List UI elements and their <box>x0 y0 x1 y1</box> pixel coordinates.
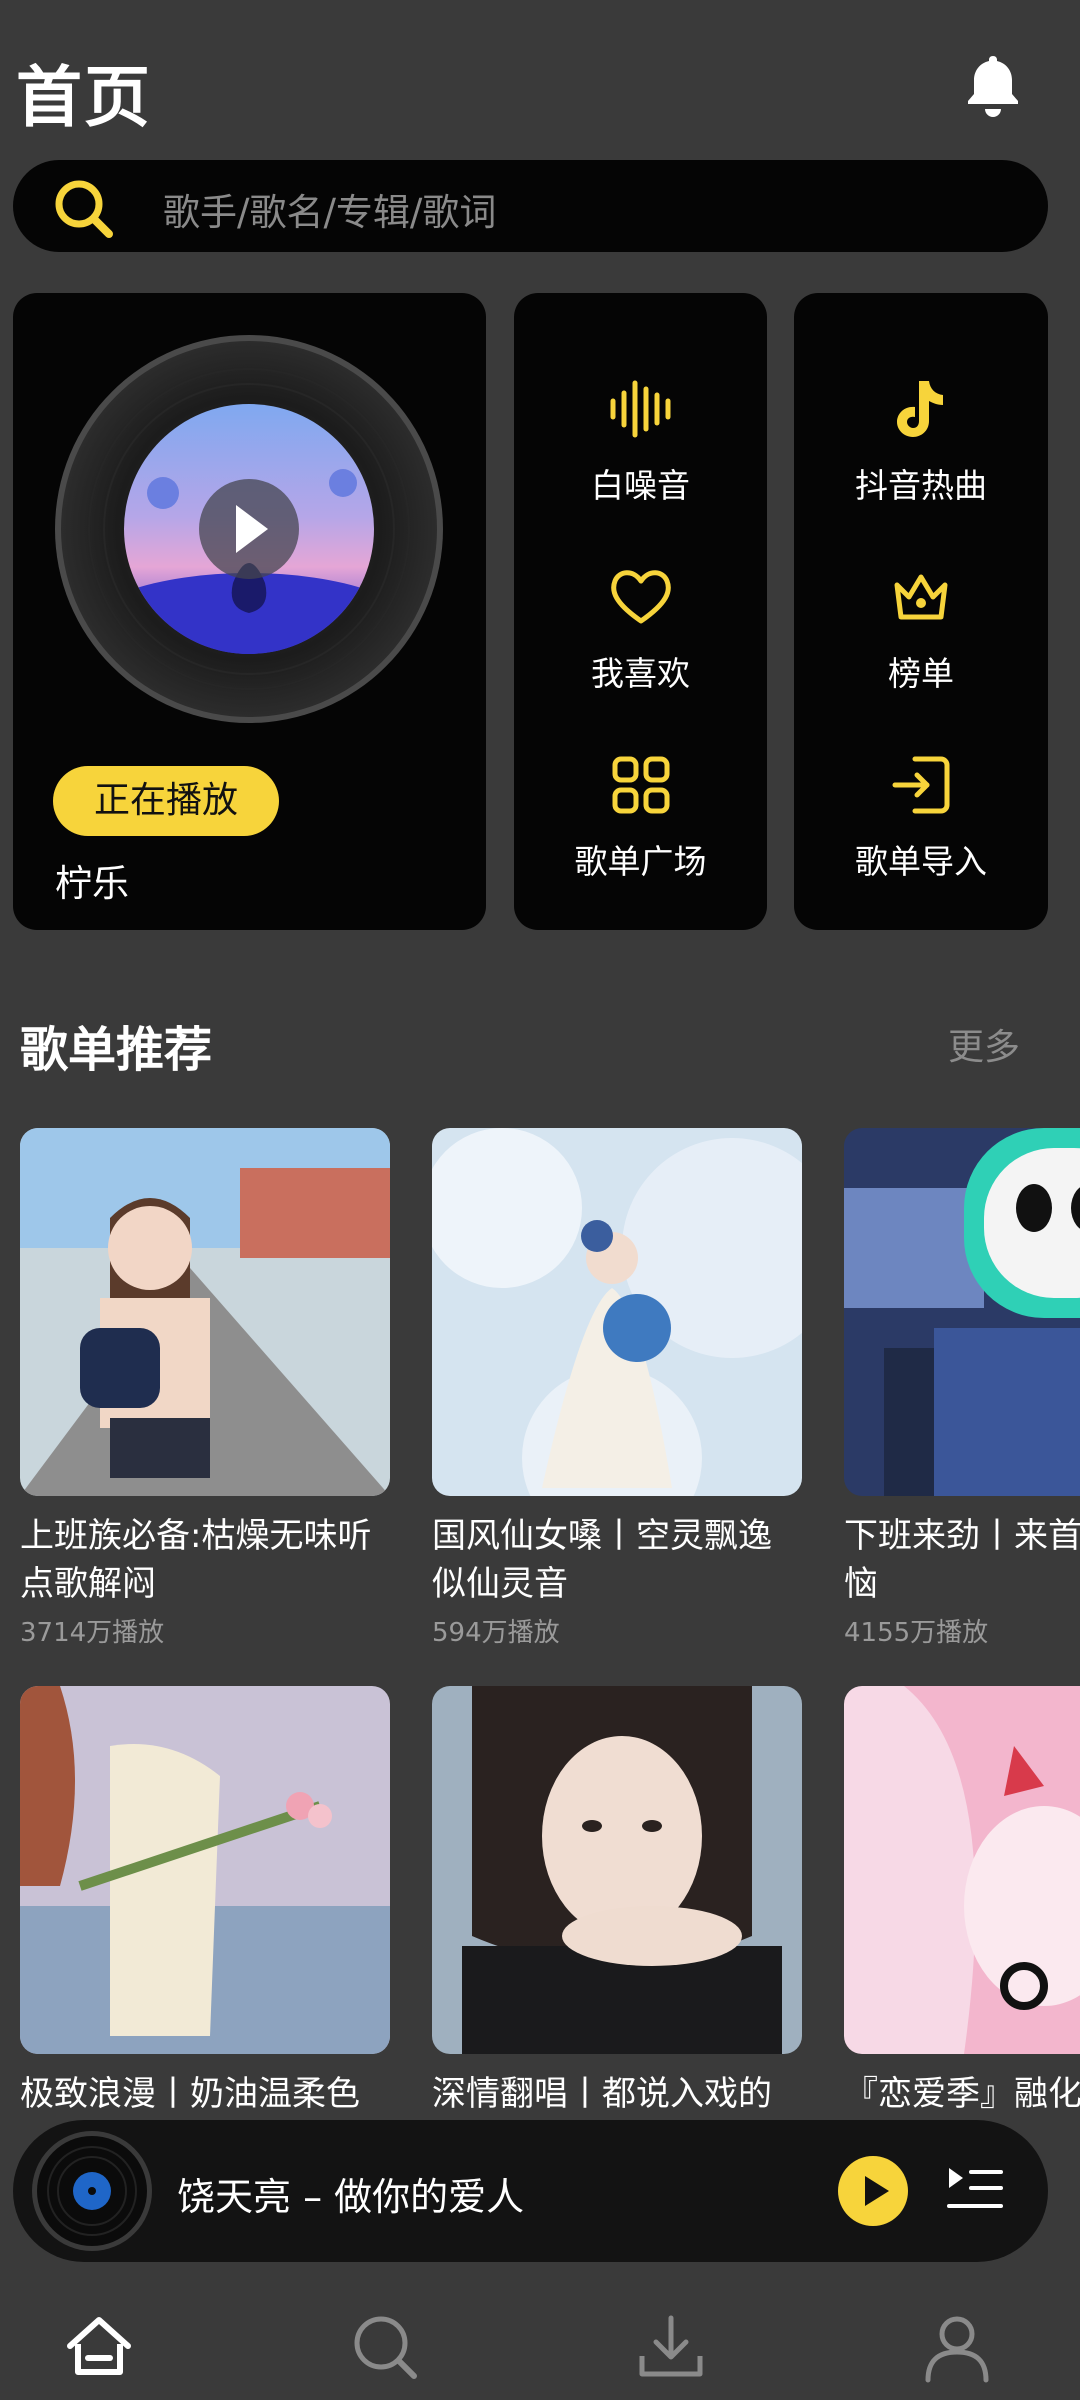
playlist-card[interactable]: 下班来劲丨来首抛开烦恼 4155万播放 <box>844 1128 1080 1649</box>
now-playing-card[interactable]: 正在播放 柠乐 <box>13 293 486 930</box>
mini-player-title: 饶天亮 – 做你的爱人 <box>177 2175 525 2219</box>
shortcut-card-left: 白噪音 我喜欢 歌单广场 <box>514 293 767 930</box>
playlist-title: 国风仙女嗓丨空灵飘逸似仙灵音 <box>432 1516 772 1604</box>
profile-icon[interactable] <box>920 2310 994 2384</box>
section-title: 歌单推荐 <box>20 1022 213 1078</box>
playlist-title: 『恋爱季』融化的甜甜恋音 <box>844 2074 1080 2114</box>
shortcut-label: 歌单导入 <box>855 842 987 881</box>
now-playing-badge: 正在播放 <box>53 766 279 836</box>
shortcut-label: 抖音热曲 <box>855 466 987 505</box>
playlist-card[interactable]: 上班族必备:枯燥无味听点歌解闷 3714万播放 <box>20 1128 390 1649</box>
playlist-queue-icon[interactable] <box>945 2162 1005 2218</box>
shortcut-playlist-square[interactable]: 歌单广场 <box>514 749 767 909</box>
bottom-tab-bar <box>0 2290 1080 2400</box>
heart-icon <box>610 570 671 624</box>
shortcut-card-right: 抖音热曲 榜单 歌单导入 <box>794 293 1048 930</box>
search-placeholder: 歌手/歌名/专辑/歌词 <box>163 191 497 234</box>
playlist-grid: 上班族必备:枯燥无味听点歌解闷 3714万播放 国风仙女嗓丨空灵飘逸似仙灵音 5… <box>0 1120 1080 2120</box>
playlist-card[interactable]: 国风仙女嗓丨空灵飘逸似仙灵音 594万播放 <box>422 1128 842 1649</box>
grid-icon <box>612 756 669 814</box>
playlist-cover <box>422 1128 842 1548</box>
playlist-cover <box>844 1686 1080 2054</box>
import-icon <box>892 756 950 814</box>
mini-player[interactable]: 饶天亮 – 做你的爱人 <box>13 2120 1048 2262</box>
search-bar[interactable]: 歌手/歌名/专辑/歌词 <box>13 160 1048 252</box>
playlist-title: 极致浪漫丨奶油温柔色调 <box>20 2074 360 2114</box>
shortcut-white-noise[interactable]: 白噪音 <box>514 373 767 533</box>
mini-vinyl-icon <box>32 2131 152 2251</box>
search-tab-icon[interactable] <box>348 2310 422 2384</box>
vinyl-record <box>55 335 443 723</box>
home-screen: 首页 歌手/歌名/专辑/歌词 正在播放 柠乐 白噪音 我喜欢 歌单广场 抖音热曲… <box>0 0 1080 2400</box>
shortcut-douyin-hits[interactable]: 抖音热曲 <box>794 373 1048 533</box>
playlist-title: 深情翻唱丨都说入戏的人最深情 <box>432 2074 772 2114</box>
bell-icon[interactable] <box>963 52 1023 118</box>
playlist-card[interactable]: 『恋爱季』融化的甜甜恋音 <box>844 1686 1080 2120</box>
shortcut-charts[interactable]: 榜单 <box>794 561 1048 721</box>
shortcut-playlist-import[interactable]: 歌单导入 <box>794 749 1048 909</box>
crown-icon <box>894 574 948 620</box>
page-title: 首页 <box>16 59 152 136</box>
playlist-cover <box>844 1128 1080 1496</box>
playlist-cover <box>20 1686 390 2054</box>
download-icon[interactable] <box>634 2310 708 2384</box>
mini-play-button[interactable] <box>838 2156 908 2226</box>
play-icon <box>865 2176 889 2206</box>
soundwave-icon <box>610 380 670 438</box>
now-playing-title: 柠乐 <box>55 862 129 905</box>
shortcut-label: 歌单广场 <box>574 842 707 881</box>
shortcut-favorites[interactable]: 我喜欢 <box>514 561 767 721</box>
playlist-title: 上班族必备:枯燥无味听点歌解闷 <box>20 1516 372 1604</box>
playlist-plays: 4155万播放 <box>844 1618 989 1648</box>
playlist-cover <box>20 1128 390 1496</box>
more-link[interactable]: 更多 <box>948 1018 1020 1070</box>
search-icon <box>55 180 113 238</box>
home-icon[interactable] <box>62 2310 136 2384</box>
shortcut-label: 白噪音 <box>591 466 690 505</box>
playlist-title: 下班来劲丨来首抛开烦恼 <box>844 1516 1080 1604</box>
playlist-plays: 3714万播放 <box>20 1618 165 1648</box>
playlist-card[interactable]: 深情翻唱丨都说入戏的人最深情 <box>432 1686 802 2120</box>
playlist-card[interactable]: 极致浪漫丨奶油温柔色调 <box>20 1686 390 2120</box>
shortcut-label: 我喜欢 <box>591 654 690 693</box>
shortcut-label: 榜单 <box>888 654 954 693</box>
playlist-plays: 594万播放 <box>432 1618 560 1648</box>
playlist-cover <box>432 1686 802 2054</box>
music-note-icon <box>897 381 943 437</box>
